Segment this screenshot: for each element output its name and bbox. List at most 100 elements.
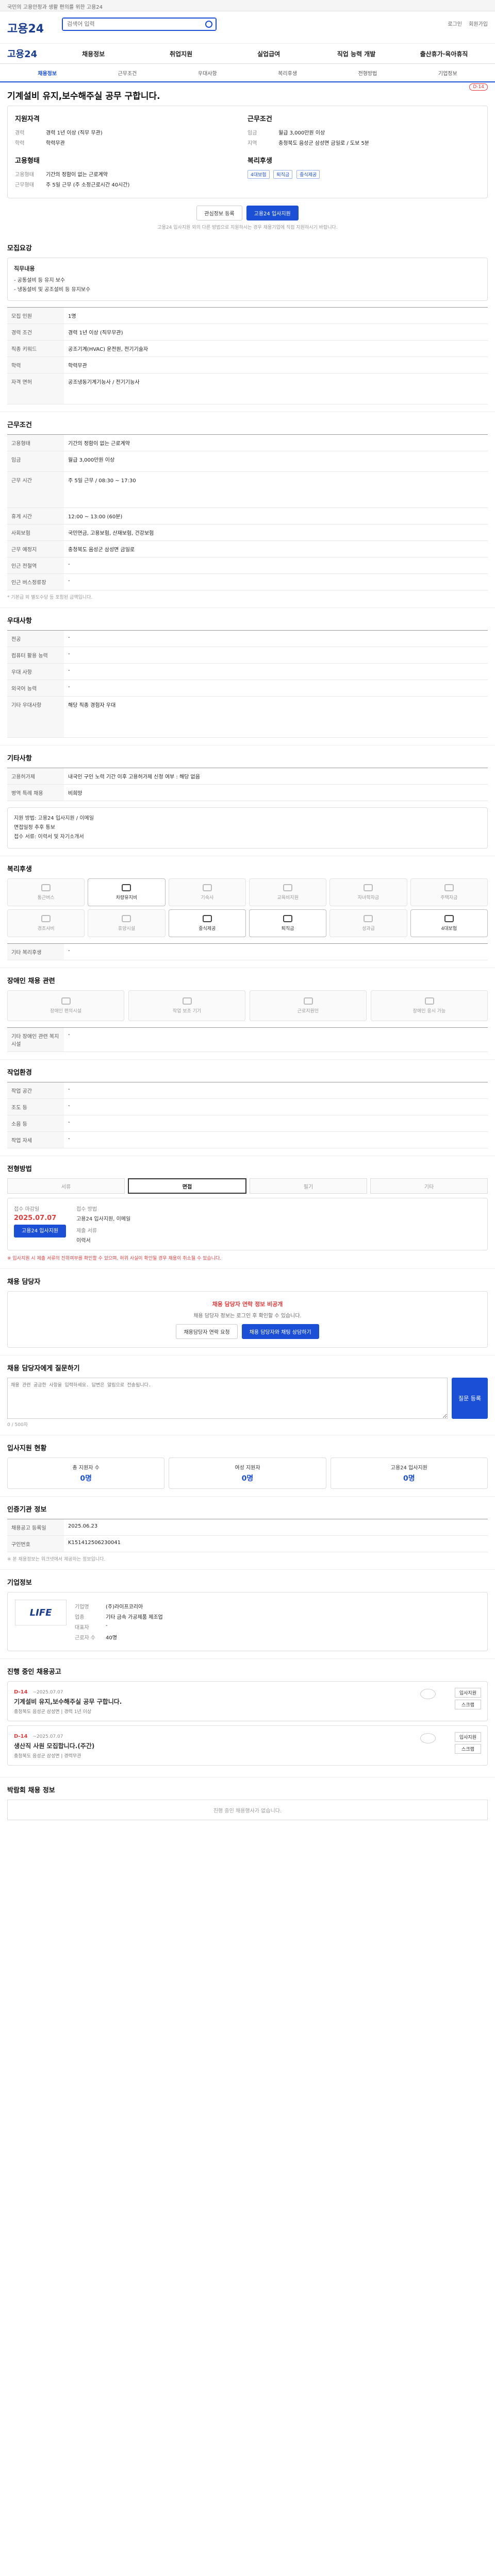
tab-work[interactable]: 근무조건: [87, 69, 167, 77]
card-date: ~2025.07.07: [32, 1690, 63, 1695]
qa-textarea[interactable]: [7, 1378, 448, 1419]
step-interview: 면접: [128, 1178, 246, 1194]
process-deadline: 접수 마감일 2025.07.07 고용24 입사지원: [14, 1205, 67, 1244]
duty-box: 직무내용 - 공통설비 등 유지 보수 - 냉동설비 및 공조설비 등 유지보수: [7, 258, 488, 301]
table-row: 직종 키워드 공조기계(HVAC) 운전원, 전기기술자: [7, 341, 488, 357]
welfare-grid: 통근버스 차량유지비 기숙사 교육비지원 자녀학자금 주택자금 경조사비 휴양시…: [7, 878, 488, 937]
company-kv: 대표자 -: [75, 1623, 108, 1631]
welfare-item-child-tuition: 자녀학자금: [329, 878, 407, 906]
gnb-item-training[interactable]: 직업 능력 개발: [312, 49, 400, 58]
disab-etc-row: 기타 장애인 관련 복지시설 -: [7, 1027, 488, 1052]
work-note: * 기본급 외 별도수당 등 포함된 금액입니다.: [7, 595, 93, 600]
welfare-tag: 중식제공: [296, 170, 320, 179]
etc-line: 지원 방법: 고용24 입사지원 / 이메일: [14, 816, 94, 821]
table-row: 구인번호 K151412506230041: [7, 1536, 488, 1552]
welfare-item-dorm: 기숙사: [168, 878, 246, 906]
job-title: 기계설비 유지,보수해주실 공무 구합니다.: [7, 91, 160, 101]
bus-icon: [41, 884, 51, 891]
welfare-item-resort: 휴양시설: [88, 909, 166, 937]
contact-request-button[interactable]: 채용담당자 연락 요청: [176, 1324, 238, 1339]
tab-prefer[interactable]: 우대사항: [168, 69, 248, 77]
qa-section: 채용 담당자에게 질문하기 질문 등록 0 / 500자: [0, 1355, 495, 1435]
car-icon: [122, 884, 131, 891]
table-row: 병역 특례 채용 비희망: [7, 785, 488, 801]
table-row: 인근 버스정류장 -: [7, 574, 488, 590]
table-row: 우대 사항 -: [7, 664, 488, 680]
env-section: 작업환경 작업 공간 - 조도 등- 소음 등- 작업 자세 -: [0, 1060, 495, 1156]
etc-table: 고용허가제 내국인 구인 노력 기간 이후 고용허가제 신청 여부 : 해당 없음…: [7, 768, 488, 801]
disab-item: 근로지원인: [250, 990, 367, 1021]
company-box: LIFE 기업명 (주)라이프코리아 업종 기타 금속 가공제품 제조업 대표자 - …: [7, 1592, 488, 1651]
tab-process[interactable]: 전형방법: [327, 69, 407, 77]
table-row: 작업 공간 -: [7, 1082, 488, 1099]
site-logo[interactable]: 고용24: [7, 20, 44, 36]
company-kv: 업종 기타 금속 가공제품 제조업: [75, 1615, 163, 1620]
disab-title: 장애인 채용 관련: [7, 977, 55, 985]
card-meta: 충청북도 음성군 삼성면 | 경력무관: [14, 1754, 81, 1759]
card-scrap-button[interactable]: 스크랩: [454, 1700, 481, 1709]
card-apply-button[interactable]: 입사지원: [454, 1732, 481, 1742]
money-icon: [283, 915, 293, 922]
company-section: 기업정보 LIFE 기업명 (주)라이프코리아 업종 기타 금속 가공제품 제조업 …: [0, 1570, 495, 1659]
top-notice-bar: 국민의 고용안정과 생활 편의를 위한 고용24: [0, 0, 495, 11]
process-apply-button[interactable]: 고용24 입사지원: [14, 1225, 67, 1238]
duty-line: - 공통설비 등 유지 보수: [14, 278, 65, 283]
table-row: 작업 자세 -: [7, 1132, 488, 1148]
qa-area: 질문 등록: [7, 1378, 488, 1419]
gnb-item-parental-leave[interactable]: 출산휴가·육아휴직: [400, 49, 488, 58]
welfare-title: 복리후생: [7, 866, 32, 873]
job-card[interactable]: D-14 ~2025.07.07 기계설비 유지,보수해주실 공무 구합니다. …: [7, 1681, 488, 1721]
search-icon[interactable]: [205, 21, 212, 28]
card-apply-button[interactable]: 입사지원: [454, 1688, 481, 1698]
welfare-etc-row: 기타 복리후생 -: [7, 943, 488, 960]
step-etc: 기타: [370, 1178, 488, 1194]
card-date: ~2025.07.07: [32, 1734, 63, 1739]
recruit-table: 모집 인원 1명 경력 조건 경력 1년 이상 (직무무관) 직종 키워드 공조기계(…: [7, 307, 488, 404]
duty-line: - 냉동설비 및 공조설비 등 유지보수: [14, 287, 91, 293]
scrap-button[interactable]: 관심정보 등록: [196, 206, 242, 221]
gnb-item-jobs[interactable]: 채용정보: [50, 49, 137, 58]
qa-submit-button[interactable]: 질문 등록: [452, 1378, 488, 1419]
card-title[interactable]: 생산직 사원 모집합니다.(주간): [14, 1741, 481, 1750]
disab-item: 작업 보조 기기: [128, 990, 245, 1021]
summary-right: 근무조건 임금 월급 3,000만원 이상 지역 충청북도 음성군 삼성면 금일로 …: [248, 113, 480, 191]
search-input[interactable]: [63, 19, 216, 30]
etc-title: 기타사항: [7, 755, 32, 762]
welfare-item-insurance: 4대보험: [410, 909, 488, 937]
contact-title: 채용 담당자: [7, 1278, 41, 1286]
fair-title: 박람회 채용 정보: [7, 1787, 55, 1794]
table-row: 근무 시간 주 5일 근무 / 08:30 ~ 17:30: [7, 472, 488, 508]
welfare-item-car: 차량유지비: [88, 878, 166, 906]
table-row: 컴퓨터 활용 능력 -: [7, 647, 488, 664]
summary-kv: 근무형태 주 5일 근무 (주 소정근로시간 40시간): [15, 182, 130, 188]
prefer-title: 우대사항: [7, 617, 32, 625]
gnb-logo[interactable]: 고용24: [7, 47, 37, 60]
gnb-item-employment-support[interactable]: 취업지원: [137, 49, 225, 58]
process-section: 전형방법 서류 면접 필기 기타 접수 마감일 2025.07.07 고용24 …: [0, 1156, 495, 1269]
recruit-section: 모집요강 직무내용 - 공통설비 등 유지 보수 - 냉동설비 및 공조설비 등…: [0, 235, 495, 412]
welfare-item-housing: 주택자금: [410, 878, 488, 906]
helper-icon: [303, 997, 313, 1005]
signup-link[interactable]: 회원가입: [469, 22, 488, 27]
card-scrap-button[interactable]: 스크랩: [454, 1744, 481, 1754]
meal-icon: [202, 915, 212, 922]
welfare-item-education: 교육비지원: [249, 878, 327, 906]
tab-welfare[interactable]: 복리후생: [248, 69, 327, 77]
summary-kv: 학력 학력무관: [15, 141, 65, 146]
job-card[interactable]: D-14 ~2025.07.07 생산직 사원 모집합니다.(주간) 충청북도 …: [7, 1725, 488, 1766]
graduation-icon: [364, 884, 373, 891]
process-box: 접수 마감일 2025.07.07 고용24 입사지원 접수 방법 고용24 입…: [7, 1198, 488, 1250]
chat-button[interactable]: 채용 담당자와 채팅 상담하기: [241, 1324, 319, 1339]
table-row: 고용허가제 내국인 구인 노력 기간 이후 고용허가제 신청 여부 : 해당 없음: [7, 768, 488, 785]
card-title[interactable]: 기계설비 유지,보수해주실 공무 구합니다.: [14, 1697, 481, 1706]
apply-button[interactable]: 고용24 입사지원: [246, 206, 299, 221]
table-row: 전공 -: [7, 631, 488, 647]
tab-recruit[interactable]: 채용정보: [7, 69, 87, 77]
gnb-item-unemployment-benefit[interactable]: 실업급여: [225, 49, 312, 58]
stats-section: 입사지원 현황 총 지원자 수 0명 여성 지원자 0명 고용24 입사지원 0명: [0, 1435, 495, 1497]
company-kv: 근로자 수 40명: [75, 1635, 117, 1641]
login-link[interactable]: 로그인: [448, 22, 462, 27]
table-row: 근무 예정지 충청북도 음성군 삼성면 금일로: [7, 541, 488, 557]
welfare-section: 복리후생 통근버스 차량유지비 기숙사 교육비지원 자녀학자금 주택자금 경조사…: [0, 856, 495, 968]
tab-company[interactable]: 기업정보: [408, 69, 488, 77]
